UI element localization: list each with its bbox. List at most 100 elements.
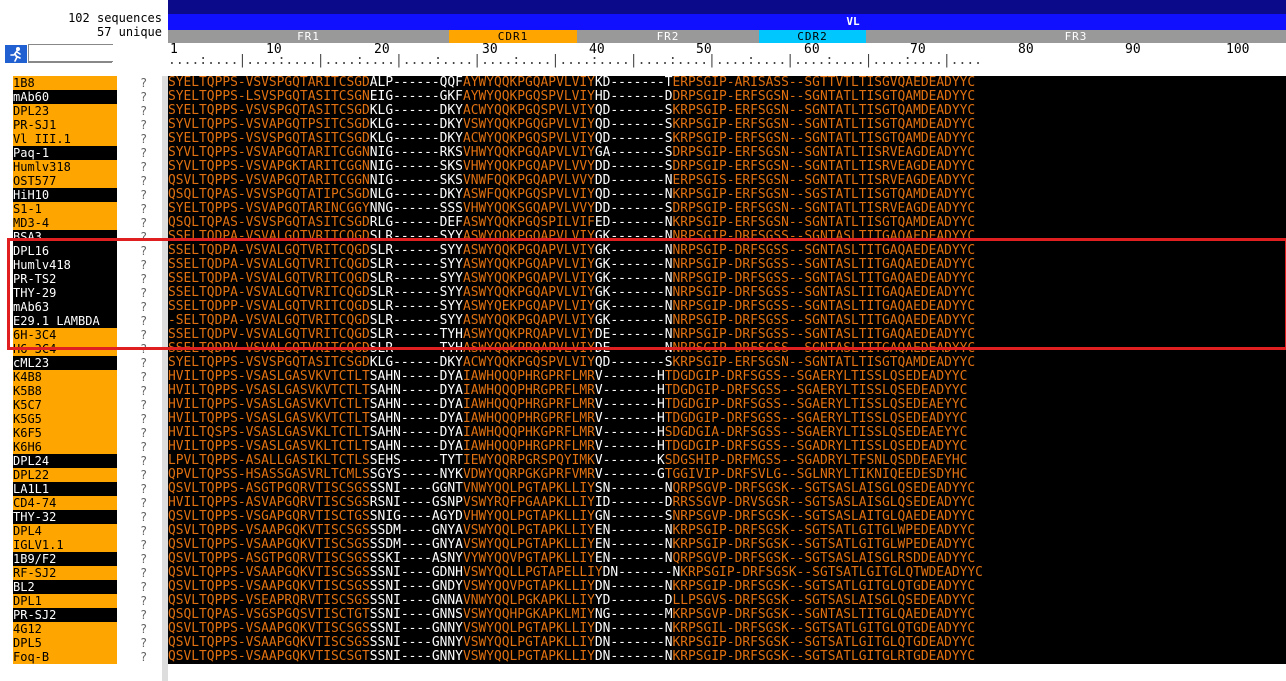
region-fr1[interactable]: FR1 xyxy=(168,30,449,43)
sequence-name[interactable]: RF-SJ2 xyxy=(13,566,117,580)
sequence-info-marker[interactable]: ? xyxy=(140,160,147,174)
search-input[interactable] xyxy=(28,44,113,62)
sequence-name[interactable]: HiH10 xyxy=(13,188,117,202)
alignment-area[interactable]: 1B8? SYELTQPPS-VSVSPGQTARITCSGDALP------Q… xyxy=(0,76,1286,681)
sequence-name[interactable]: cML23 xyxy=(13,356,117,370)
sequence-info-marker[interactable]: ? xyxy=(140,510,147,524)
sequence-info-marker[interactable]: ? xyxy=(140,426,147,440)
sequence-name[interactable]: Vl III.1 xyxy=(13,132,117,146)
sequence-row[interactable]: K4B8? HVILTQPPS-VSASLGASVKVTCTLTSAHN-----… xyxy=(0,370,1286,384)
sequence-row[interactable]: K6F5? HVILTQSPS-VSASLGASVKLTCTLTSAHN-----… xyxy=(0,426,1286,440)
sequence-info-marker[interactable]: ? xyxy=(140,650,147,664)
sequence-name[interactable]: DPL24 xyxy=(13,454,117,468)
sequence-row[interactable]: Foq-B? QSVLTQPPS-VSAAPGQKVTISCSGTSSNI----… xyxy=(0,650,1286,664)
sequence-name[interactable]: K5G5 xyxy=(13,412,117,426)
sequence-info-marker[interactable]: ? xyxy=(140,384,147,398)
sequence-row[interactable]: DPL23? SYELTQPPS-VSVSPGQTASITCSGDKLG-----… xyxy=(0,104,1286,118)
sequence-row[interactable]: LA1L1? QSVLTQPPS-ASGTPGQRVTISCSGSSSNI----… xyxy=(0,482,1286,496)
sequence-name[interactable]: 4G12 xyxy=(13,622,117,636)
sequence-info-marker[interactable]: ? xyxy=(140,594,147,608)
sequence-row[interactable]: DPL22? QPVLTQPSS-HSASSGASVRLTCMLSSGYS----… xyxy=(0,468,1286,482)
sequence-info-marker[interactable]: ? xyxy=(140,622,147,636)
sequence-info-marker[interactable]: ? xyxy=(140,370,147,384)
sequence-row[interactable]: S1-1? SYELTQPPS-VSVAPGQTARINCGGYNNG------… xyxy=(0,202,1286,216)
sequence-row[interactable]: K5B8? HVILTQPPS-VSASLGASVKVTCTLTSAHN-----… xyxy=(0,384,1286,398)
sequence-row[interactable]: Vl III.1? SYELTQPPS-VSVSPGQTASITCSGDKLG--… xyxy=(0,132,1286,146)
sequence-info-marker[interactable]: ? xyxy=(140,216,147,230)
sequence-info-marker[interactable]: ? xyxy=(140,412,147,426)
sequence-row[interactable]: DPL24? LPVLTQPPS-ASALLGASIKLTCTLSSEHS----… xyxy=(0,454,1286,468)
sequence-info-marker[interactable]: ? xyxy=(140,90,147,104)
sequence-name[interactable]: PR-SJ1 xyxy=(13,118,117,132)
sequence-name[interactable]: IGLV1.1 xyxy=(13,538,117,552)
sequence-info-marker[interactable]: ? xyxy=(140,454,147,468)
sequence-name[interactable]: K5C7 xyxy=(13,398,117,412)
region-fr3[interactable]: FR3 xyxy=(866,30,1286,43)
sequence-row[interactable]: 1B9/F2? QSVLTQPPS-ASGTPGQRVTISCSGSSSKI---… xyxy=(0,552,1286,566)
sequence-info-marker[interactable]: ? xyxy=(140,566,147,580)
sequence-info-marker[interactable]: ? xyxy=(140,398,147,412)
sequence-info-marker[interactable]: ? xyxy=(140,496,147,510)
runner-icon[interactable] xyxy=(5,45,27,63)
sequence-info-marker[interactable]: ? xyxy=(140,608,147,622)
sequence-name[interactable]: S1-1 xyxy=(13,202,117,216)
sequence-row[interactable]: RF-SJ2? QSVLTQPPS-VSAAPGQKVTISCSGSSSNI---… xyxy=(0,566,1286,580)
sequence-row[interactable]: PR-SJ2? QSQLTQPAS-VSGSPGQSVTISCTGTSSNI---… xyxy=(0,608,1286,622)
sequence-row[interactable]: BL2? QSVLTQPPS-VSAAPGQKVTISCSGSSSNI----GN… xyxy=(0,580,1286,594)
sequence-name[interactable]: DPL5 xyxy=(13,636,117,650)
sequence-row[interactable]: 4G12? QSVLTQPPS-VSAAPGQKVTISCSGSSSNI----G… xyxy=(0,622,1286,636)
sequence-info-marker[interactable]: ? xyxy=(140,146,147,160)
sequence-info-marker[interactable]: ? xyxy=(140,104,147,118)
sequence-name[interactable]: LA1L1 xyxy=(13,482,117,496)
sequence-row[interactable]: cML23? SYELTQPPS-VSVSPGQTASITCSGDKLG-----… xyxy=(0,356,1286,370)
sequence-row[interactable]: Paq-1? SYVLTQPPS-VSVAPGQTARITCGGNNIG-----… xyxy=(0,146,1286,160)
sequence-info-marker[interactable]: ? xyxy=(140,538,147,552)
sequence-row[interactable]: mAb60? SYELTQPPS-LSVSPGQTASITCSGNEIG-----… xyxy=(0,90,1286,104)
sequence-row[interactable]: K5G5? HVILTQPPS-VSASLGASVKVTCTLTSAHN-----… xyxy=(0,412,1286,426)
sequence-name[interactable]: THY-32 xyxy=(13,510,117,524)
sequence-row[interactable]: DPL1? QSVLTQPPS-VSEAPRQRVTISCSGSSSNI----G… xyxy=(0,594,1286,608)
sequence-info-marker[interactable]: ? xyxy=(140,188,147,202)
sequence-info-marker[interactable]: ? xyxy=(140,202,147,216)
sequence-row[interactable]: PR-SJ1? SYVLTQPPS-VSVAPGQTPSITCSGDKLG----… xyxy=(0,118,1286,132)
sequence-row[interactable]: OST577? QSVLTQPPS-VSVAPGQTARITCGGNNIG----… xyxy=(0,174,1286,188)
sequence-name[interactable]: Paq-1 xyxy=(13,146,117,160)
sequence-info-marker[interactable]: ? xyxy=(140,524,147,538)
sequence-row[interactable]: K5C7? HVILTQPPS-VSASLGASVKVTCTLTSAHN-----… xyxy=(0,398,1286,412)
sequence-name[interactable]: MD3-4 xyxy=(13,216,117,230)
sequence-name[interactable]: CD4-74 xyxy=(13,496,117,510)
sequence-row[interactable]: Humlv318? SYVLTQPPS-VSVAPGKTARITCGGNNIG--… xyxy=(0,160,1286,174)
sequence-row[interactable]: THY-32? QSVLTQPPS-VSGAPGQRVTISCTGSSNIG---… xyxy=(0,510,1286,524)
sequence-info-marker[interactable]: ? xyxy=(140,356,147,370)
sequence-name[interactable]: Humlv318 xyxy=(13,160,117,174)
sequence-info-marker[interactable]: ? xyxy=(140,636,147,650)
sequence-name[interactable]: Foq-B xyxy=(13,650,117,664)
sequence-info-marker[interactable]: ? xyxy=(140,552,147,566)
sequence-name[interactable]: K6F5 xyxy=(13,426,117,440)
sequence-name[interactable]: BL2 xyxy=(13,580,117,594)
sequence-info-marker[interactable]: ? xyxy=(140,482,147,496)
sequence-row[interactable]: CD4-74? HVILTQPPS-ASVAPGQRVTISCSGSRSNI---… xyxy=(0,496,1286,510)
sequence-row[interactable]: K6H6? HVILTQPPS-VSASLGASVKLTCTLTSAHN-----… xyxy=(0,440,1286,454)
sequence-name[interactable]: K6H6 xyxy=(13,440,117,454)
sequence-name[interactable]: PR-SJ2 xyxy=(13,608,117,622)
sequence-name[interactable]: DPL23 xyxy=(13,104,117,118)
sequence-row[interactable]: DPL4? QSVLTQPPS-VSAAPGQKVTISCSGSSSDM----G… xyxy=(0,524,1286,538)
sequence-info-marker[interactable]: ? xyxy=(140,174,147,188)
sequence-info-marker[interactable]: ? xyxy=(140,132,147,146)
sequence-info-marker[interactable]: ? xyxy=(140,440,147,454)
sequence-row[interactable]: DPL5? QSVLTQPPS-VSAAPGQKVTISCSGSSSNI----G… xyxy=(0,636,1286,650)
sequence-row[interactable]: IGLV1.1? QSVLTQPPS-VSAAPGQKVTISCSGSSSDM--… xyxy=(0,538,1286,552)
sequence-name[interactable]: K4B8 xyxy=(13,370,117,384)
sequence-name[interactable]: OST577 xyxy=(13,174,117,188)
sequence-name[interactable]: DPL22 xyxy=(13,468,117,482)
sequence-info-marker[interactable]: ? xyxy=(140,468,147,482)
sequence-name[interactable]: 1B8 xyxy=(13,76,117,90)
sequence-info-marker[interactable]: ? xyxy=(140,118,147,132)
sequence-row[interactable]: 1B8? SYELTQPPS-VSVSPGQTARITCSGDALP------Q… xyxy=(0,76,1286,90)
sequence-name[interactable]: 1B9/F2 xyxy=(13,552,117,566)
sequence-info-marker[interactable]: ? xyxy=(140,580,147,594)
sequence-name[interactable]: mAb60 xyxy=(13,90,117,104)
sequence-name[interactable]: DPL1 xyxy=(13,594,117,608)
sequence-row[interactable]: HiH10? QSQLTQPAS-VSVSPGQTATIPCSGDNLG-----… xyxy=(0,188,1286,202)
